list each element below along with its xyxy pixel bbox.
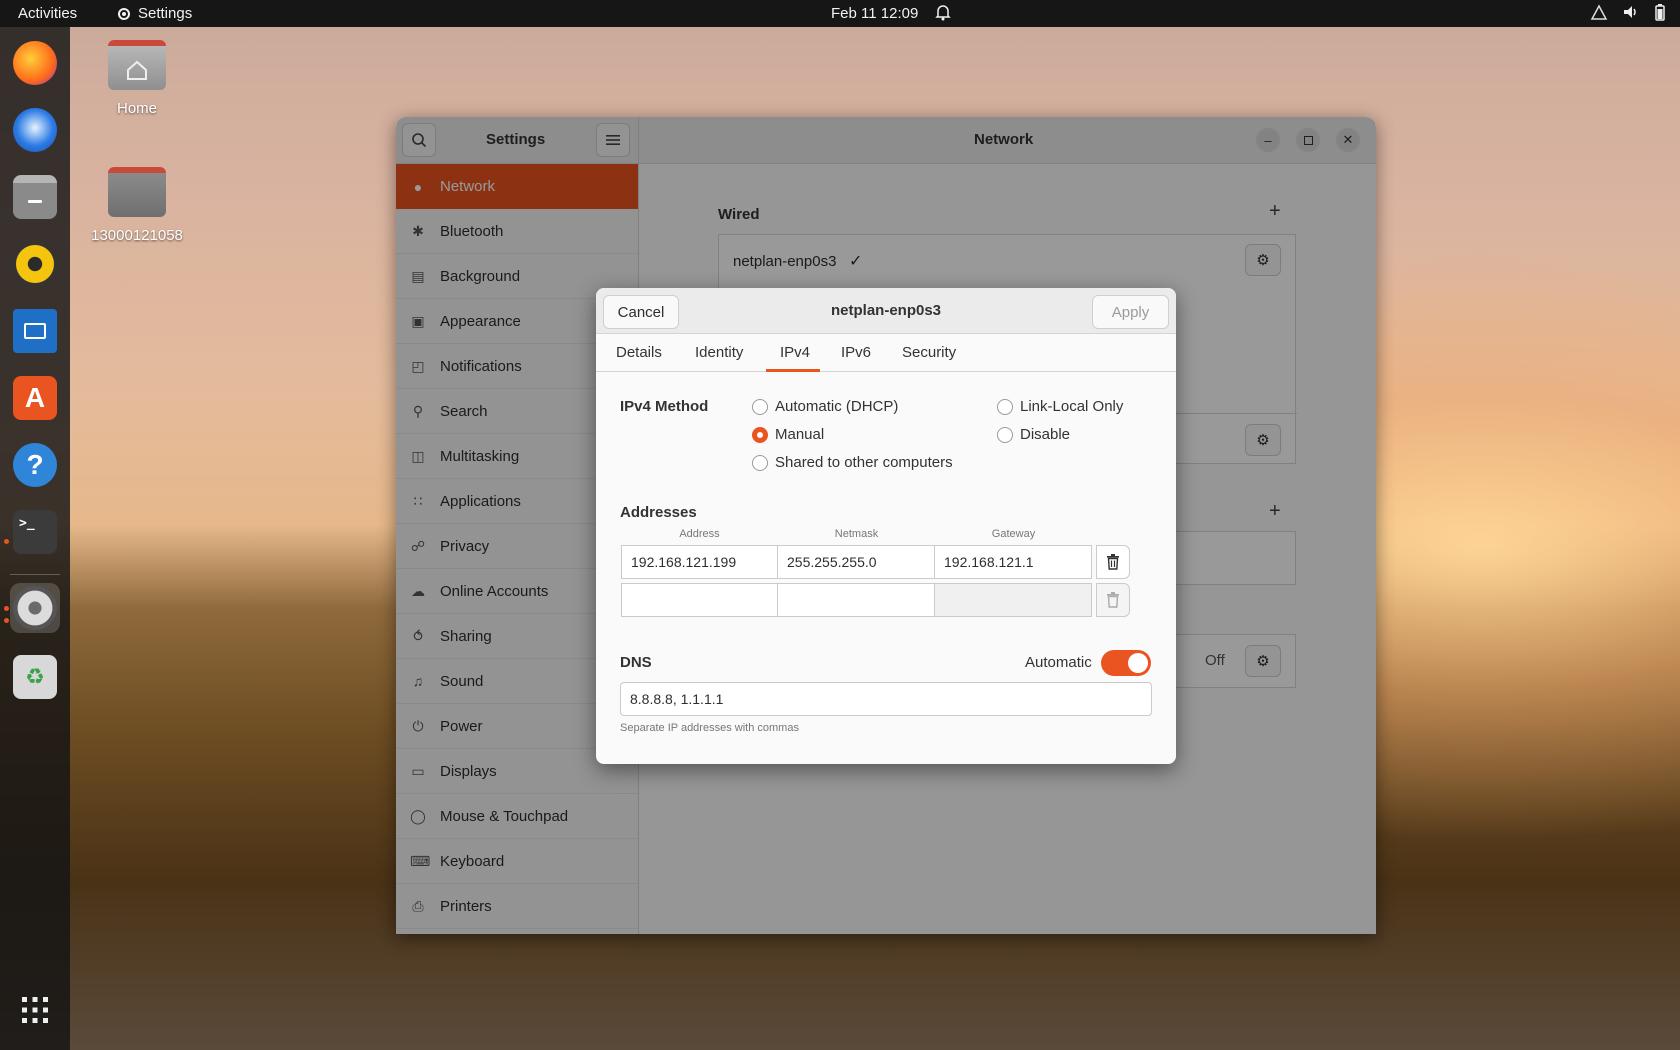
address-input[interactable]: 192.168.121.199 xyxy=(621,545,778,579)
dock-separator xyxy=(10,574,60,575)
active-tab-indicator xyxy=(766,369,820,372)
radio-indicator xyxy=(997,426,1013,443)
app-menu[interactable]: Settings xyxy=(116,5,192,22)
app-center-icon[interactable]: A xyxy=(10,373,60,423)
activities-button[interactable]: Activities xyxy=(18,5,77,22)
trash-icon xyxy=(1107,592,1119,608)
radio-label: Disable xyxy=(1020,426,1071,443)
addresses-label: Addresses xyxy=(620,504,697,521)
running-indicator xyxy=(4,539,9,544)
home-folder-icon xyxy=(108,40,166,90)
radio-label: Link-Local Only xyxy=(1020,398,1124,415)
rhythmbox-icon[interactable] xyxy=(10,239,60,289)
netmask-input[interactable] xyxy=(778,583,935,617)
trash-icon xyxy=(1107,554,1119,570)
gear-icon xyxy=(118,7,130,20)
network-icon xyxy=(1590,4,1608,20)
running-indicator xyxy=(4,606,9,611)
battery-icon xyxy=(1655,4,1665,21)
apply-button[interactable]: Apply xyxy=(1092,295,1169,329)
desktop-icon-label: Home xyxy=(116,100,157,117)
dock: A ? >_ ♻ xyxy=(0,27,70,1050)
delete-address-button[interactable] xyxy=(1096,545,1130,579)
dns-automatic-switch[interactable] xyxy=(1101,650,1151,676)
dialog-header: Cancel netplan-enp0s3 Apply xyxy=(596,288,1176,334)
settings-icon[interactable] xyxy=(10,583,60,633)
method-manual-radio[interactable]: Manual xyxy=(752,426,824,443)
dns-label: DNS xyxy=(620,654,652,671)
firefox-icon[interactable] xyxy=(10,38,60,88)
address-row: 192.168.121.199 255.255.255.0 192.168.12… xyxy=(621,545,1092,579)
writer-icon[interactable] xyxy=(10,306,60,356)
radio-indicator xyxy=(997,398,1013,415)
tab-details[interactable]: Details xyxy=(616,344,662,361)
clock[interactable]: Feb 11 12:09 xyxy=(831,5,918,22)
radio-label: Shared to other computers xyxy=(775,454,953,471)
ipv4-method-label: IPv4 Method xyxy=(620,398,709,415)
running-indicator xyxy=(4,618,9,623)
tab-security[interactable]: Security xyxy=(902,344,956,361)
method-link-local-radio[interactable]: Link-Local Only xyxy=(997,398,1123,415)
grid-icon[interactable] xyxy=(10,985,60,1035)
radio-indicator xyxy=(752,426,768,443)
delete-address-button[interactable] xyxy=(1096,583,1130,617)
tab-ipv4[interactable]: IPv4 xyxy=(780,344,810,361)
trash-icon[interactable]: ♻ xyxy=(10,652,60,702)
volume-icon xyxy=(1624,6,1636,18)
thunderbird-icon[interactable] xyxy=(10,105,60,155)
method-auto-radio[interactable]: Automatic (DHCP) xyxy=(752,398,898,415)
radio-indicator xyxy=(752,454,768,471)
address-row xyxy=(621,583,1092,617)
desktop-icon-folder[interactable]: 13000121058 xyxy=(77,167,197,244)
bell-icon xyxy=(935,3,951,25)
folder-icon xyxy=(108,167,166,217)
netmask-input[interactable]: 255.255.255.0 xyxy=(778,545,935,579)
help-icon[interactable]: ? xyxy=(10,440,60,490)
desktop-icon-home[interactable]: Home xyxy=(77,40,197,117)
column-header: Address xyxy=(679,528,720,540)
radio-indicator xyxy=(752,398,768,415)
tab-identity[interactable]: Identity xyxy=(695,344,743,361)
system-tray[interactable] xyxy=(1590,3,1666,21)
column-header: Gateway xyxy=(991,528,1036,540)
dns-hint: Separate IP addresses with commas xyxy=(620,722,799,734)
connection-dialog: Cancel netplan-enp0s3 Apply Details Iden… xyxy=(596,288,1176,764)
method-disable-radio[interactable]: Disable xyxy=(997,426,1070,443)
top-bar: Activities Settings Feb 11 12:09 xyxy=(0,0,1680,27)
terminal-icon[interactable]: >_ xyxy=(10,507,60,557)
column-header: Netmask xyxy=(834,528,879,540)
radio-label: Automatic (DHCP) xyxy=(775,398,899,415)
gateway-input[interactable]: 192.168.121.1 xyxy=(935,545,1092,579)
desktop-icon-label: 13000121058 xyxy=(91,227,183,244)
radio-label: Manual xyxy=(775,426,825,443)
dns-input[interactable]: 8.8.8.8, 1.1.1.1 xyxy=(620,682,1152,716)
dialog-title: netplan-enp0s3 xyxy=(830,302,942,319)
app-name: Settings xyxy=(138,5,193,22)
method-shared-radio[interactable]: Shared to other computers xyxy=(752,454,953,471)
dialog-tabs: Details Identity IPv4 IPv6 Security xyxy=(596,334,1176,372)
dns-automatic-label: Automatic xyxy=(1025,654,1092,671)
tab-ipv6[interactable]: IPv6 xyxy=(841,344,871,361)
files-icon[interactable] xyxy=(10,172,60,222)
address-input[interactable] xyxy=(621,583,778,617)
gateway-input[interactable] xyxy=(935,583,1092,617)
